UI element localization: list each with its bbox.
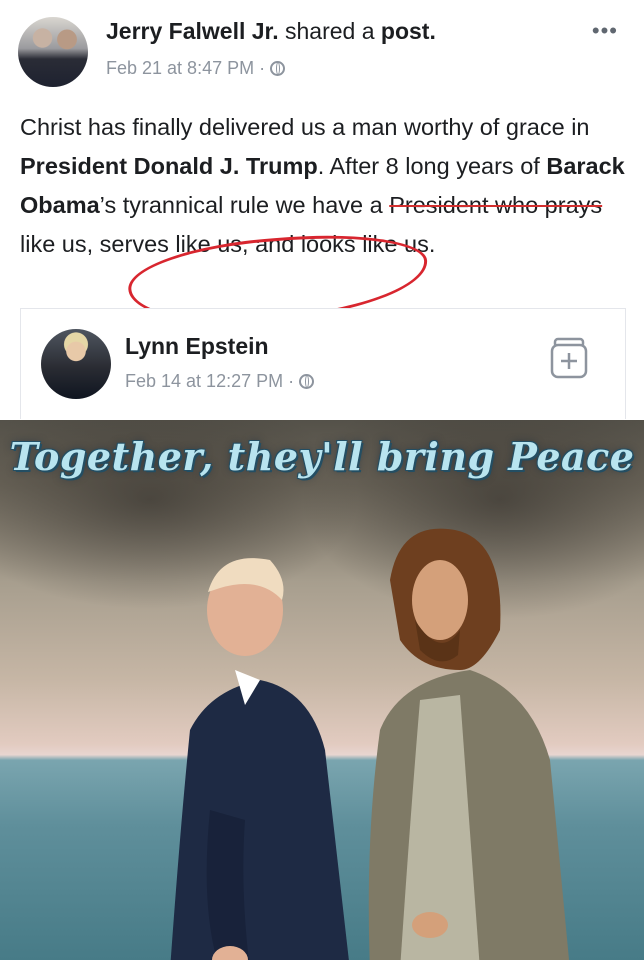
post-meta: Feb 21 at 8:47 PM · bbox=[106, 58, 286, 79]
post-text: Christ has finally delivered us a man wo… bbox=[20, 108, 625, 264]
figure-in-coat bbox=[170, 558, 349, 960]
shared-action: shared a bbox=[278, 18, 381, 44]
post-text-part: like us, serves like us, and looks like … bbox=[20, 231, 436, 257]
photo-caption: Together, they'll bring Peace bbox=[9, 434, 635, 479]
globe-icon bbox=[299, 374, 315, 389]
author-avatar[interactable] bbox=[18, 17, 88, 87]
save-icon[interactable] bbox=[549, 335, 589, 381]
more-icon[interactable]: ••• bbox=[592, 18, 618, 44]
shared-post-card[interactable]: Lynn Epstein Feb 14 at 12:27 PM · bbox=[20, 308, 626, 419]
post-text-part: President Donald J. Trump bbox=[20, 153, 318, 179]
post-header: Jerry Falwell Jr. shared a post. Feb 21 … bbox=[0, 0, 644, 100]
meta-separator: · bbox=[259, 58, 266, 78]
shared-meta: Feb 14 at 12:27 PM · bbox=[125, 371, 315, 392]
shared-author-name[interactable]: Lynn Epstein bbox=[125, 333, 269, 360]
post-text-part: ’s tyrannical rule we have a bbox=[99, 192, 390, 218]
post-link[interactable]: post. bbox=[381, 18, 436, 44]
figure-in-robe bbox=[368, 528, 570, 960]
shared-author-avatar[interactable] bbox=[41, 329, 111, 399]
post-date[interactable]: Feb 21 at 8:47 PM bbox=[106, 58, 254, 79]
post-text-part: . After 8 long years of bbox=[317, 153, 547, 179]
post-text-part: Christ has finally delivered us a man wo… bbox=[20, 114, 590, 140]
post-text-part: President who prays bbox=[389, 192, 603, 218]
shared-separator: · bbox=[288, 371, 295, 391]
shared-date[interactable]: Feb 14 at 12:27 PM bbox=[125, 371, 283, 392]
author-line: Jerry Falwell Jr. shared a post. bbox=[106, 18, 436, 45]
globe-icon bbox=[270, 61, 286, 76]
shared-photo[interactable]: Together, they'll bring Peace bbox=[0, 420, 644, 960]
author-name[interactable]: Jerry Falwell Jr. bbox=[106, 18, 279, 44]
